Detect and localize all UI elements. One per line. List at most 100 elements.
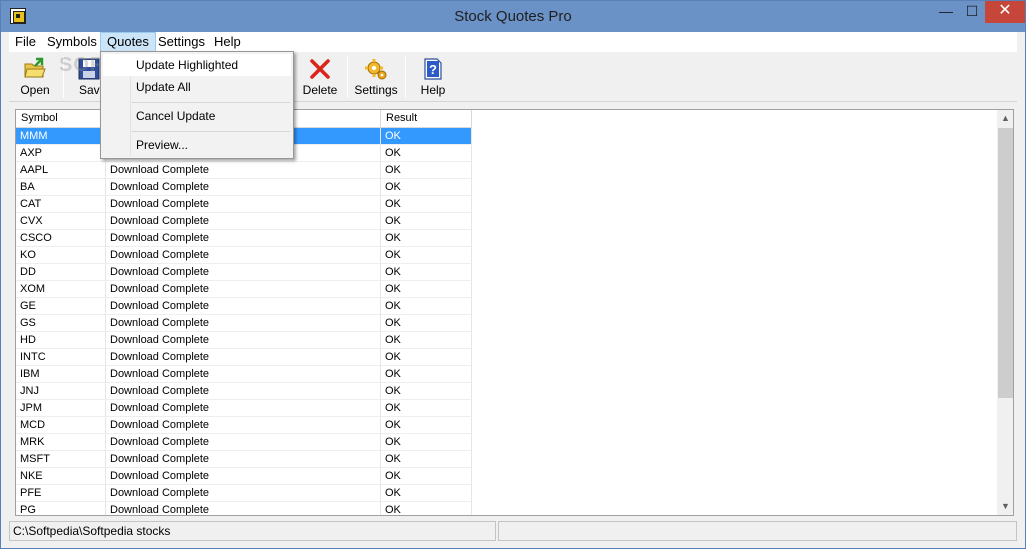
status-cell: Download Complete [106, 179, 381, 196]
symbol-cell: NKE [16, 468, 106, 485]
status-panel-right [498, 521, 1017, 541]
menu-item-update-all[interactable]: Update All [103, 76, 291, 98]
result-cell: OK [381, 451, 472, 468]
result-cell: OK [381, 349, 472, 366]
close-button[interactable]: ✕ [985, 1, 1025, 23]
menu-quotes[interactable]: Quotes [100, 32, 156, 52]
open-folder-icon [24, 57, 46, 78]
status-path: C:\Softpedia\Softpedia stocks [9, 521, 496, 541]
result-cell: OK [381, 366, 472, 383]
status-cell: Download Complete [106, 451, 381, 468]
symbol-cell: GE [16, 298, 106, 315]
status-cell: Download Complete [106, 417, 381, 434]
table-row[interactable]: JNJ Download Complete OK [16, 383, 472, 400]
symbol-cell: PFE [16, 485, 106, 502]
gears-icon [365, 59, 387, 80]
column-header-result[interactable]: Result [381, 110, 472, 128]
scroll-up-icon[interactable]: ▲ [997, 110, 1013, 127]
table-row[interactable]: BA Download Complete OK [16, 179, 472, 196]
delete-x-icon [310, 59, 330, 79]
table-row[interactable]: HD Download Complete OK [16, 332, 472, 349]
status-cell: Download Complete [106, 230, 381, 247]
help-question-icon: ? [424, 58, 442, 80]
table-row[interactable]: MSFT Download Complete OK [16, 451, 472, 468]
symbol-cell: INTC [16, 349, 106, 366]
table-row[interactable]: GS Download Complete OK [16, 315, 472, 332]
table-row[interactable]: INTC Download Complete OK [16, 349, 472, 366]
title-bar[interactable]: Stock Quotes Pro — ☐ ✕ [1, 1, 1025, 32]
symbol-cell: XOM [16, 281, 106, 298]
result-cell: OK [381, 179, 472, 196]
status-cell: Download Complete [106, 281, 381, 298]
open-button[interactable]: Open [11, 54, 59, 100]
status-bar: C:\Softpedia\Softpedia stocks [9, 520, 1017, 542]
menu-item-update-highlighted[interactable]: Update Highlighted [103, 54, 291, 76]
minimize-button[interactable]: — [933, 1, 959, 23]
table-row[interactable]: CAT Download Complete OK [16, 196, 472, 213]
result-cell: OK [381, 162, 472, 179]
menu-separator [132, 102, 290, 103]
delete-button[interactable]: Delete [297, 54, 343, 100]
status-cell: Download Complete [106, 400, 381, 417]
result-cell: OK [381, 281, 472, 298]
symbols-table[interactable]: Symbol Result MMMDownload CompleteOKAXPD… [15, 109, 1014, 516]
table-row[interactable]: CVX Download Complete OK [16, 213, 472, 230]
symbol-cell: BA [16, 179, 106, 196]
menu-item-cancel-update[interactable]: Cancel Update [103, 105, 291, 127]
result-cell: OK [381, 468, 472, 485]
table-row[interactable]: DD Download Complete OK [16, 264, 472, 281]
quotes-menu-dropdown: Update Highlighted Update All Cancel Upd… [100, 51, 294, 159]
toolbar-separator [405, 56, 406, 98]
symbol-cell: CVX [16, 213, 106, 230]
table-row[interactable]: XOM Download Complete OK [16, 281, 472, 298]
settings-button[interactable]: Settings [351, 54, 401, 100]
menu-file[interactable]: File [9, 32, 42, 52]
menu-settings[interactable]: Settings [152, 32, 211, 52]
status-cell: Download Complete [106, 468, 381, 485]
symbol-cell: HD [16, 332, 106, 349]
maximize-button[interactable]: ☐ [959, 1, 985, 23]
symbol-cell: IBM [16, 366, 106, 383]
symbol-cell: CAT [16, 196, 106, 213]
menu-bar: File Symbols Quotes Settings Help [9, 32, 1017, 52]
help-button[interactable]: ? Help [411, 54, 455, 100]
result-cell: OK [381, 128, 472, 145]
symbol-cell: JPM [16, 400, 106, 417]
vertical-scrollbar[interactable]: ▲ ▼ [997, 110, 1013, 515]
table-row[interactable]: GE Download Complete OK [16, 298, 472, 315]
open-label: Open [20, 83, 50, 97]
status-cell: Download Complete [106, 434, 381, 451]
symbol-cell: JNJ [16, 383, 106, 400]
result-cell: OK [381, 315, 472, 332]
status-cell: Download Complete [106, 196, 381, 213]
scroll-thumb[interactable] [998, 128, 1013, 398]
table-row[interactable]: MRK Download Complete OK [16, 434, 472, 451]
symbol-cell: KO [16, 247, 106, 264]
table-row[interactable]: IBM Download Complete OK [16, 366, 472, 383]
table-row[interactable]: NKE Download Complete OK [16, 468, 472, 485]
status-cell: Download Complete [106, 213, 381, 230]
status-cell: Download Complete [106, 366, 381, 383]
table-row[interactable]: JPM Download Complete OK [16, 400, 472, 417]
column-header-symbol[interactable]: Symbol [16, 110, 106, 128]
result-cell: OK [381, 383, 472, 400]
table-row[interactable]: MCD Download Complete OK [16, 417, 472, 434]
table-row[interactable]: PFE Download Complete OK [16, 485, 472, 502]
menu-symbols[interactable]: Symbols [41, 32, 103, 52]
table-row[interactable]: PG Download Complete OK [16, 502, 472, 515]
result-cell: OK [381, 230, 472, 247]
table-row[interactable]: CSCO Download Complete OK [16, 230, 472, 247]
scroll-down-icon[interactable]: ▼ [997, 498, 1013, 515]
status-cell: Download Complete [106, 349, 381, 366]
menu-help[interactable]: Help [208, 32, 247, 52]
table-row[interactable]: KO Download Complete OK [16, 247, 472, 264]
window-title: Stock Quotes Pro [454, 8, 572, 25]
settings-label: Settings [354, 83, 398, 97]
menu-item-preview[interactable]: Preview... [103, 134, 291, 156]
symbol-cell: DD [16, 264, 106, 281]
symbol-cell: MMM [16, 128, 106, 145]
result-cell: OK [381, 332, 472, 349]
symbol-cell: MRK [16, 434, 106, 451]
result-cell: OK [381, 502, 472, 515]
table-row[interactable]: AAPL Download Complete OK [16, 162, 472, 179]
